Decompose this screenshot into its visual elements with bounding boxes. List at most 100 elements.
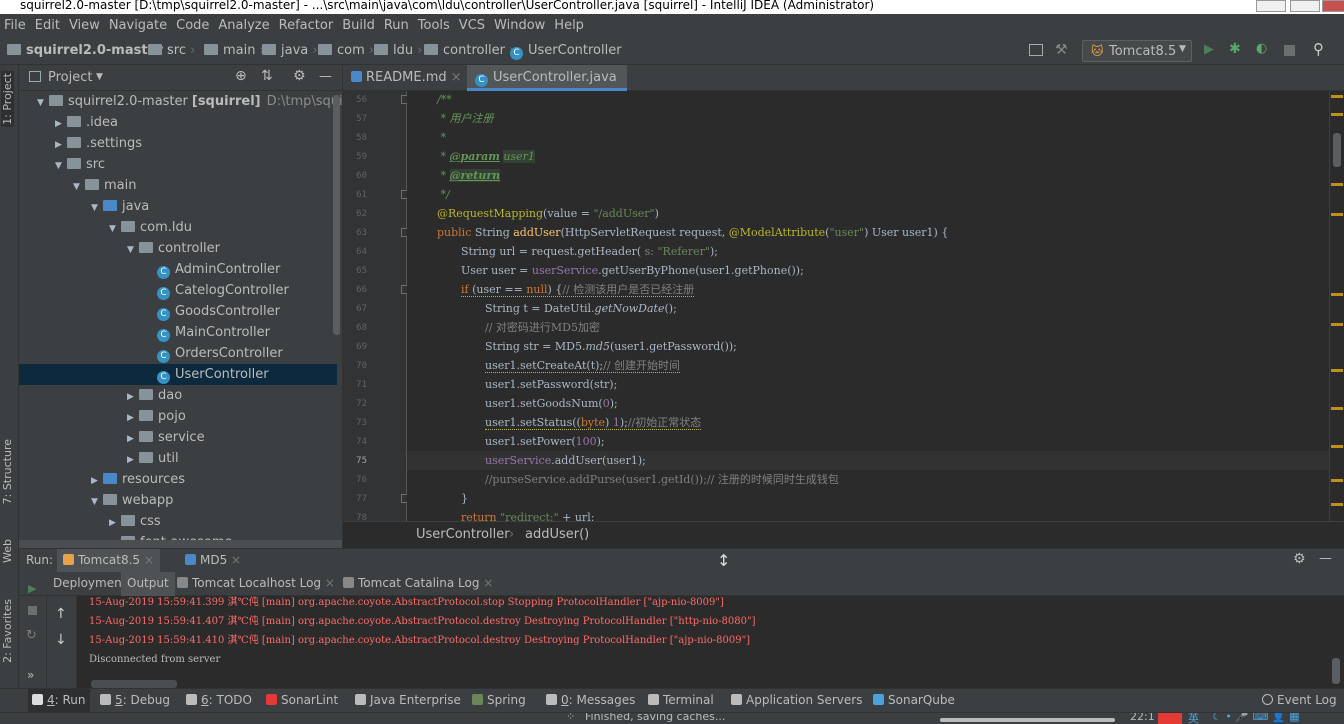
code-line[interactable]: * @param user1 [407, 147, 535, 166]
run-subtab[interactable]: Output [121, 572, 175, 596]
more-icon[interactable]: » [27, 668, 34, 682]
menu-item[interactable]: View [65, 14, 105, 33]
tree-item[interactable]: ▼ src [19, 154, 337, 175]
tree-item[interactable]: ▶ .idea [19, 112, 337, 133]
stop-icon[interactable] [1284, 45, 1295, 56]
rerun-icon[interactable]: ▶ [28, 582, 36, 595]
tree-item[interactable]: C UserController [19, 364, 337, 385]
code-line[interactable]: return "redirect:" + url; [407, 508, 594, 521]
tree-item[interactable]: ▼ controller [19, 238, 337, 259]
tool-window-button[interactable]: 6: TODO [186, 689, 252, 712]
tree-item[interactable]: ▶ resources [19, 469, 337, 490]
tool-window-button[interactable]: 5: Debug [100, 689, 170, 712]
code-line[interactable]: */ [407, 185, 449, 204]
event-log-button[interactable]: Event Log [1262, 689, 1337, 712]
console-hscrollbar[interactable] [91, 680, 177, 688]
console-output[interactable]: 15-Aug-2019 15:59:41.399 淇℃伅 [main] org.… [77, 596, 1329, 688]
tree-item[interactable]: C CatelogController [19, 280, 337, 301]
search-everywhere-icon[interactable]: ⚲ [1313, 40, 1324, 58]
menu-item[interactable]: Window [490, 14, 550, 33]
tree-item[interactable]: ▼ main [19, 175, 337, 196]
tree-item[interactable]: ▶ service [19, 427, 337, 448]
chevron-down-icon[interactable]: ▼ [73, 177, 85, 198]
code-line[interactable]: user1.setPower(100); [407, 432, 605, 451]
project-structure-icon[interactable] [1029, 44, 1043, 56]
breadcrumb-item[interactable]: controller › [424, 43, 514, 58]
locate-icon[interactable]: ⊕ [235, 68, 247, 84]
breadcrumb-item[interactable]: ldu › [374, 43, 422, 58]
chevron-right-icon[interactable]: ▶ [127, 450, 139, 471]
code-line[interactable]: @RequestMapping(value = "/addUser") [407, 204, 659, 223]
tool-window-button[interactable]: Terminal [648, 689, 714, 712]
run-tab[interactable]: Tomcat8.5 × [57, 549, 160, 573]
menu-item[interactable]: Analyze [214, 14, 274, 33]
gear-icon[interactable]: ⚙ [1293, 551, 1306, 567]
chevron-right-icon[interactable]: ▶ [109, 513, 121, 534]
tab-structure[interactable]: 7: Structure [1, 439, 14, 504]
code-line[interactable]: // 对密码进行MD5加密 [407, 318, 600, 337]
tree-item[interactable]: ▶ pojo [19, 406, 337, 427]
tool-window-button[interactable]: SonarLint [266, 689, 338, 712]
close-window-button[interactable] [1322, 0, 1344, 12]
code-line[interactable]: user1.setPassword(str); [407, 375, 617, 394]
close-icon[interactable]: × [227, 553, 241, 567]
code-line[interactable]: } [407, 489, 468, 508]
close-icon[interactable]: × [140, 553, 154, 567]
arrow-down-icon[interactable]: ↓ [55, 632, 67, 648]
breadcrumb-item[interactable]: C UserController [510, 43, 622, 60]
breadcrumb-item[interactable]: src › [148, 43, 195, 58]
tree-item[interactable]: C OrdersController [19, 343, 337, 364]
breadcrumb-class[interactable]: UserController [416, 527, 510, 542]
close-icon[interactable]: × [479, 576, 493, 590]
code-line[interactable]: String t = DateUtil.getNowDate(); [407, 299, 677, 318]
tree-item[interactable]: C GoodsController [19, 301, 337, 322]
chevron-right-icon[interactable]: ▶ [127, 408, 139, 429]
breadcrumb-item[interactable]: main › [204, 43, 265, 58]
run-subtab[interactable]: Tomcat Catalina Log × [337, 572, 499, 596]
menu-item[interactable]: VCS [455, 14, 490, 33]
code-line[interactable]: * [407, 128, 446, 147]
tab-project[interactable]: 1: Project [1, 71, 14, 127]
tree-item[interactable]: ▼ java [19, 196, 337, 217]
code-line[interactable]: if (user == null) {// 检测该用户是否已经注册 [407, 280, 695, 299]
tree-item[interactable]: ▼ webapp [19, 490, 337, 511]
breadcrumb-item[interactable]: com › [318, 43, 374, 58]
tree-item[interactable]: C MainController [19, 322, 337, 343]
stop-icon[interactable] [28, 606, 37, 615]
tree-hscrollbar[interactable] [19, 540, 342, 548]
tree-item[interactable]: ▶ util [19, 448, 337, 469]
menu-item[interactable]: Refactor [275, 14, 339, 33]
tool-window-button[interactable]: Spring [472, 689, 526, 712]
chevron-down-icon[interactable]: ▼ [91, 492, 103, 513]
menu-item[interactable]: Code [172, 14, 214, 33]
run-config-select[interactable]: 🐱 Tomcat8.5 ▼ [1082, 40, 1192, 62]
tool-window-button[interactable]: SonarQube [873, 689, 955, 712]
tool-window-button[interactable]: Application Servers [731, 689, 862, 712]
code-line[interactable]: userService.addUser(user1); [407, 451, 1329, 470]
menu-item[interactable]: Help [550, 14, 589, 33]
caret-position[interactable]: 22:1 [1130, 713, 1155, 723]
code-line[interactable]: User user = userService.getUserByPhone(u… [407, 261, 804, 280]
gear-icon[interactable]: ⚙ [293, 68, 306, 84]
tool-window-button[interactable]: 4: Run [28, 689, 90, 712]
code-line[interactable]: //purseService.addPurse(user1.getId());/… [407, 470, 839, 489]
hide-icon[interactable]: — [319, 69, 332, 84]
close-icon[interactable]: × [447, 70, 462, 85]
chevron-down-icon[interactable]: ▼ [55, 156, 67, 177]
restart-icon[interactable]: ↻ [26, 628, 37, 643]
run-subtab[interactable]: Tomcat Localhost Log × [171, 572, 341, 596]
close-icon[interactable]: × [321, 576, 335, 590]
build-hammer-icon[interactable]: ⚒ [1055, 42, 1068, 58]
breadcrumb-method[interactable]: addUser() [525, 527, 589, 542]
menu-item[interactable]: Tools [414, 14, 455, 33]
code-line[interactable]: String url = request.getHeader( s: "Refe… [407, 242, 718, 261]
chevron-down-icon[interactable]: ▼ [91, 198, 103, 219]
menu-item[interactable]: File [0, 14, 31, 33]
chevron-right-icon[interactable]: ▶ [55, 135, 67, 156]
tool-window-button[interactable]: Java Enterprise [355, 689, 461, 712]
breadcrumb-item[interactable]: java › [262, 43, 318, 58]
editor-tab[interactable]: README.md × [343, 65, 467, 91]
editor-tab[interactable]: CUserController.java × [467, 65, 627, 111]
tree-item[interactable]: ▼ com.ldu [19, 217, 337, 238]
tool-window-button[interactable]: 0: Messages [546, 689, 635, 712]
